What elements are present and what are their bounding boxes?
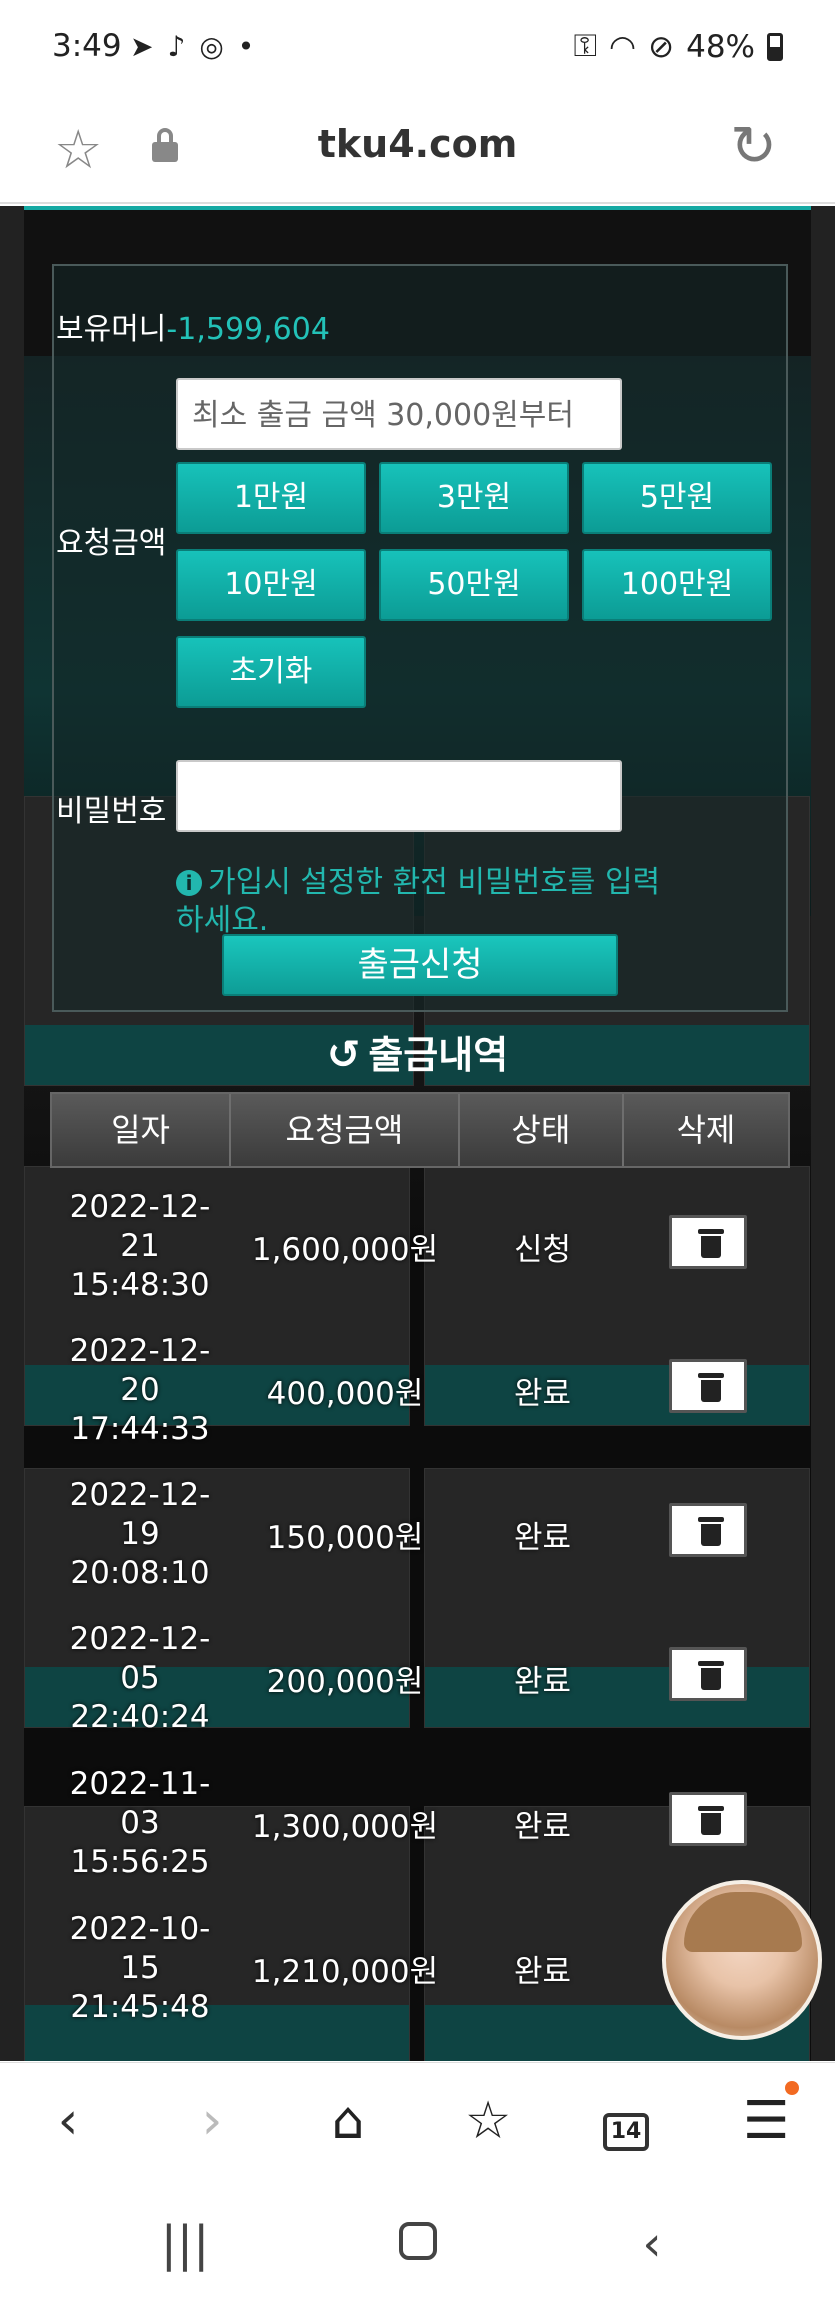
dnd-icon: ⊘ — [648, 28, 675, 65]
balance-value: -1,599,604 — [166, 312, 330, 347]
more-notifications-icon: • — [237, 30, 255, 63]
history-icon: ↺ — [326, 1032, 361, 1078]
row-status: 완료 — [513, 1375, 572, 1412]
row-amount: 1,300,000원 — [251, 1808, 439, 1845]
trash-icon[interactable] — [668, 1503, 747, 1557]
web-content: 보유머니-1,599,604 최소 출금 금액 30,000원부터 요청금액 1… — [0, 206, 835, 2061]
balance-row: 보유머니-1,599,604 — [56, 304, 330, 348]
row-status: 완료 — [513, 1519, 572, 1556]
amount-1000000-button[interactable]: 100만원 — [582, 549, 772, 621]
amount-30000-button[interactable]: 3만원 — [379, 462, 569, 534]
row-date: 2022-12- 05 22:40:24 — [69, 1620, 211, 1735]
amount-input[interactable]: 최소 출금 금액 30,000원부터 — [176, 378, 622, 450]
row-delete — [625, 1503, 790, 1565]
password-label: 비밀번호 — [56, 794, 167, 829]
notification-icons: ➤ ♪ ◎ • — [130, 30, 254, 63]
reload-icon[interactable]: ↻ — [730, 114, 777, 179]
trash-icon[interactable] — [668, 1792, 747, 1846]
notification-dot — [785, 2081, 799, 2095]
column-date: 일자 — [52, 1094, 232, 1166]
wifi-icon: ◠ — [609, 28, 637, 65]
row-amount: 150,000원 — [266, 1519, 424, 1556]
home-icon[interactable]: ⌂ — [308, 2091, 388, 2151]
row-amount: 1,600,000원 — [251, 1231, 439, 1268]
back-icon[interactable]: ‹ — [28, 2091, 108, 2151]
browser-bottom-nav: ‹ › ⌂ ☆ 14 ☰ — [0, 2062, 835, 2188]
tabs-button[interactable]: 14 — [586, 2091, 666, 2151]
amount-50000-button[interactable]: 5만원 — [582, 462, 772, 534]
key-icon: ⚿ — [573, 28, 598, 64]
row-delete — [625, 1215, 790, 1277]
bookmarks-icon[interactable]: ☆ — [448, 2091, 528, 2151]
row-status: 완료 — [513, 1663, 572, 1700]
column-amount: 요청금액 — [231, 1094, 460, 1166]
row-status: 신청 — [513, 1231, 572, 1268]
row-date: 2022-12- 21 15:48:30 — [69, 1188, 211, 1303]
trash-icon[interactable] — [668, 1647, 747, 1701]
table-row: 2022-12- 21 15:48:30 1,600,000원 신청 — [50, 1174, 790, 1318]
row-amount: 400,000원 — [266, 1375, 424, 1412]
chat-avatar[interactable] — [662, 1880, 822, 2040]
row-delete — [625, 1359, 790, 1421]
table-row: 2022-12- 05 22:40:24 200,000원 완료 — [50, 1606, 790, 1750]
row-amount: 200,000원 — [266, 1663, 424, 1700]
battery-percent: 48% — [686, 28, 755, 65]
row-amount: 1,210,000원 — [251, 1953, 439, 1990]
recent-apps-icon[interactable]: ||| — [145, 2216, 225, 2272]
amount-label: 요청금액 — [56, 526, 167, 561]
tiktok-icon: ♪ — [167, 30, 186, 63]
row-delete — [625, 1647, 790, 1709]
reset-button[interactable]: 초기화 — [176, 636, 366, 708]
right-rail — [811, 206, 835, 2061]
app-icon: ◎ — [199, 30, 224, 63]
column-status: 상태 — [460, 1094, 624, 1166]
history-title: ↺ 출금내역 — [0, 1024, 835, 1079]
home-button[interactable] — [378, 2216, 458, 2272]
status-bar: 3:49 ➤ ♪ ◎ • ⚿ ◠ ⊘ 48% — [0, 0, 835, 100]
row-date: 2022-12- 20 17:44:33 — [69, 1332, 211, 1447]
menu-icon[interactable]: ☰ — [726, 2091, 806, 2151]
password-hint: i 가입시 설정한 환전 비밀번호를 입력하세요. — [176, 864, 676, 940]
row-delete — [625, 1792, 790, 1854]
telegram-icon: ➤ — [130, 30, 154, 63]
tabs-count: 14 — [603, 2113, 649, 2151]
amount-500000-button[interactable]: 50만원 — [379, 549, 569, 621]
withdraw-submit-button[interactable]: 출금신청 — [222, 934, 618, 996]
row-date: 2022-12- 19 20:08:10 — [69, 1476, 211, 1591]
amount-10000-button[interactable]: 1만원 — [176, 462, 366, 534]
withdraw-form: 보유머니-1,599,604 최소 출금 금액 30,000원부터 요청금액 1… — [52, 264, 788, 1012]
password-hint-text: 가입시 설정한 환전 비밀번호를 입력하세요. — [176, 865, 661, 938]
system-back-icon[interactable]: ‹ — [612, 2216, 692, 2272]
address-bar[interactable]: tku4.com — [0, 122, 835, 166]
info-icon: i — [176, 870, 202, 896]
trash-icon[interactable] — [668, 1359, 747, 1413]
row-date: 2022-10- 15 21:45:48 — [69, 1910, 211, 2025]
password-input[interactable] — [176, 760, 622, 832]
system-indicators: ⚿ ◠ ⊘ 48% — [573, 28, 783, 65]
table-row: 2022-12- 20 17:44:33 400,000원 완료 — [50, 1318, 790, 1462]
status-time: 3:49 — [52, 28, 122, 64]
battery-icon — [767, 32, 783, 61]
table-row: 2022-11- 03 15:56:25 1,300,000원 완료 — [50, 1751, 790, 1895]
history-table-header: 일자 요청금액 상태 삭제 — [50, 1092, 790, 1168]
system-nav-bar: ||| ‹ — [0, 2188, 835, 2313]
column-delete: 삭제 — [676, 1111, 736, 1149]
left-rail — [0, 206, 24, 2061]
row-status: 완료 — [513, 1808, 572, 1845]
row-status: 완료 — [513, 1953, 572, 1990]
balance-label: 보유머니 — [56, 312, 167, 347]
history-title-text: 출금내역 — [368, 1033, 509, 1077]
forward-icon[interactable]: › — [172, 2091, 252, 2151]
trash-icon[interactable] — [668, 1215, 747, 1269]
row-date: 2022-11- 03 15:56:25 — [69, 1765, 211, 1880]
amount-100000-button[interactable]: 10만원 — [176, 549, 366, 621]
browser-toolbar: ☆ tku4.com ↻ — [0, 100, 835, 204]
table-row: 2022-12- 19 20:08:10 150,000원 완료 — [50, 1462, 790, 1606]
